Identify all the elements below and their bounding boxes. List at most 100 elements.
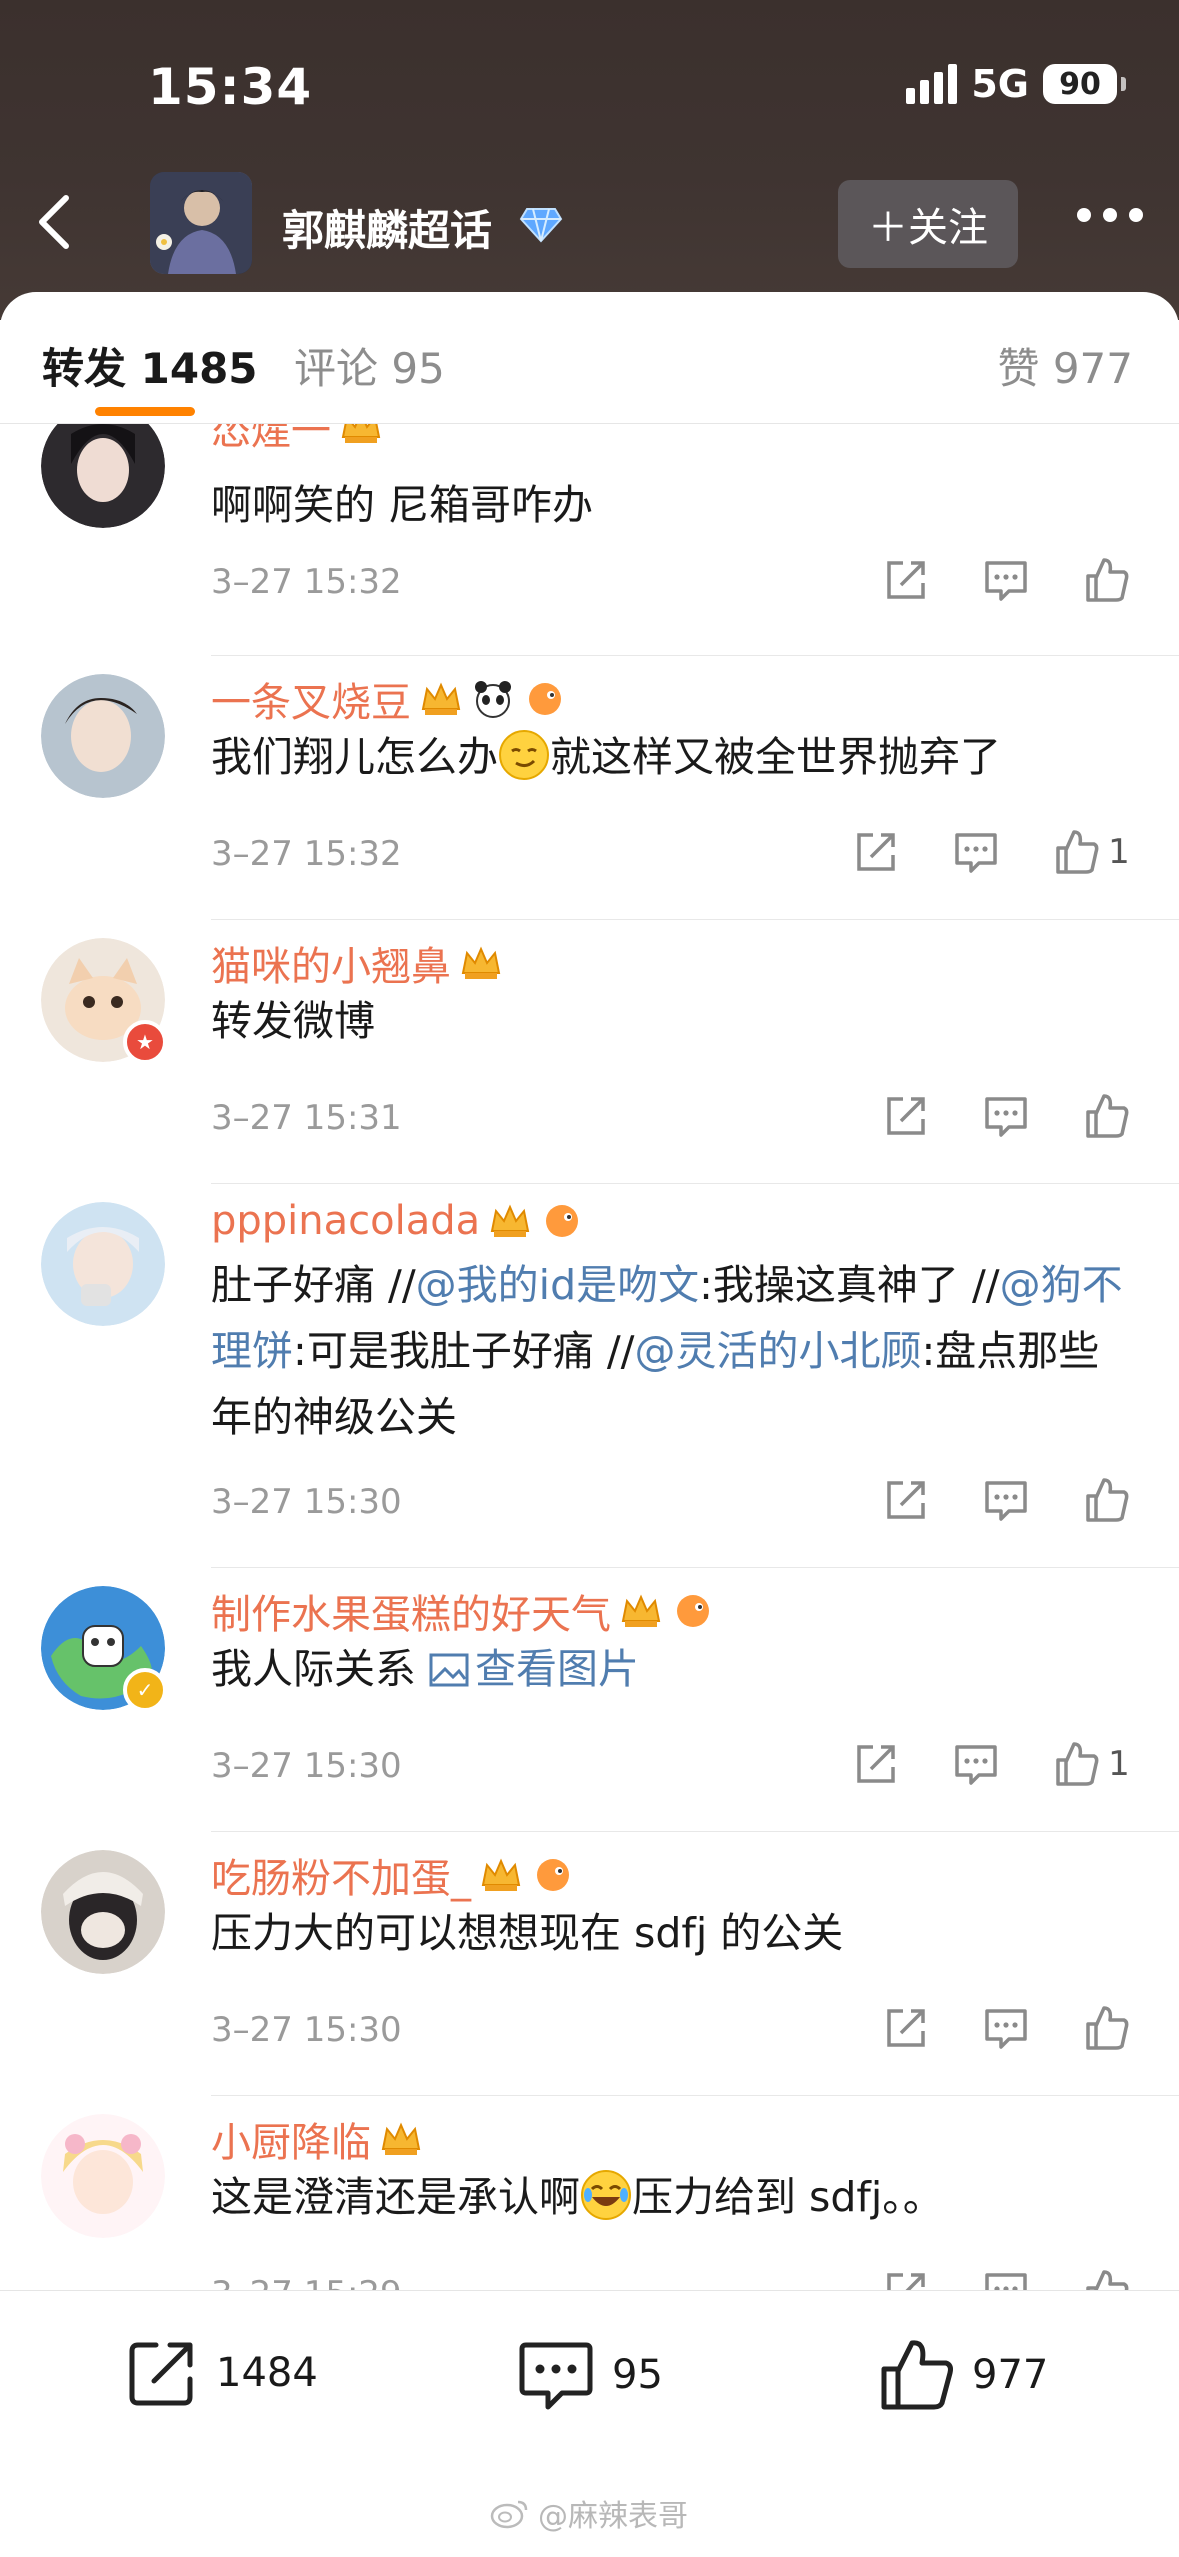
- view-image-label: 查看图片: [475, 1645, 640, 1693]
- like-count: 1: [1108, 1744, 1130, 1784]
- username[interactable]: 制作水果蛋糕的好天气: [211, 1582, 715, 1640]
- bottom-like-button[interactable]: 977: [876, 2335, 1048, 2415]
- avatar[interactable]: ✓: [41, 1586, 167, 1712]
- crown-icon: [490, 1204, 530, 1237]
- username-text: 吃肠粉不加蛋_: [211, 1856, 471, 1902]
- comment-time: 3–27 15:32: [211, 834, 402, 874]
- username[interactable]: pppinacolada: [211, 1198, 584, 1244]
- avatar[interactable]: ★: [41, 938, 167, 1064]
- repost-button[interactable]: [856, 1998, 956, 2058]
- list-item: 吃肠粉不加蛋_ 压力大的可以想想现在 sdfj 的公关 3–27 15:30: [0, 1832, 1179, 2096]
- avatar[interactable]: [41, 1202, 165, 1326]
- bottom-repost-button[interactable]: 1484: [124, 2335, 318, 2411]
- bottom-action-bar: 1484 95 977 @麻辣表哥: [0, 2290, 1179, 2557]
- like-button[interactable]: [1056, 2262, 1156, 2290]
- image-icon: [429, 1653, 469, 1687]
- back-icon[interactable]: [30, 192, 80, 252]
- crown-icon: [341, 424, 381, 443]
- repost-button[interactable]: [826, 1734, 926, 1794]
- repost-button[interactable]: [856, 2262, 956, 2290]
- tab-comment[interactable]: 评论 95: [294, 335, 445, 396]
- watermark: @麻辣表哥: [490, 2491, 688, 2535]
- comment-button[interactable]: [956, 1470, 1056, 1530]
- comment-time: 3–27 15:30: [211, 2010, 402, 2050]
- like-icon: [1056, 830, 1099, 874]
- more-icon[interactable]: [1077, 208, 1143, 222]
- repost-button[interactable]: [856, 1086, 956, 1146]
- avatar[interactable]: [41, 2114, 165, 2238]
- signal-icon: [906, 64, 958, 104]
- comment-icon: [519, 2342, 593, 2410]
- like-button[interactable]: 1: [1026, 822, 1156, 882]
- comment-button[interactable]: [956, 2262, 1056, 2290]
- watermark-text: @麻辣表哥: [538, 2499, 688, 2534]
- like-button[interactable]: [1056, 550, 1156, 610]
- comment-text-main: 我人际关系: [211, 1645, 430, 1693]
- comment-text: 压力大的可以想想现在 sdfj 的公关: [211, 1909, 844, 1957]
- username[interactable]: 猫咪的小翘鼻: [211, 934, 503, 992]
- repost-icon: [857, 1745, 895, 1783]
- smirk-emoji-icon: [499, 730, 549, 780]
- comment-text-p2: :我操这真神了 //: [699, 1261, 1000, 1309]
- comment-actions: 1: [826, 822, 1156, 882]
- repost-list[interactable]: 怂煋一 啊啊笑的 尼箱哥咋办 3–27 15:32 一条叉烧豆 我们翔儿怎么办 就…: [0, 424, 1179, 2290]
- avatar[interactable]: [41, 424, 165, 528]
- view-image-link[interactable]: 查看图片: [429, 1645, 639, 1693]
- comment-button[interactable]: [956, 1998, 1056, 2058]
- comment-button[interactable]: [926, 1734, 1026, 1794]
- username[interactable]: 吃肠粉不加蛋_: [211, 1846, 575, 1904]
- avatar[interactable]: [41, 1850, 165, 1974]
- header: 15:34 5G 90 郭麒麟超话 ＋关注: [0, 0, 1179, 320]
- repost-icon: [887, 2273, 925, 2290]
- comment-actions: [856, 2262, 1156, 2290]
- comment-text: 啊啊笑的 尼箱哥咋办: [211, 481, 594, 529]
- crown-icon: [621, 1594, 661, 1627]
- repost-icon: [129, 2342, 193, 2406]
- comment-icon: [985, 1097, 1027, 1137]
- tab-repost[interactable]: 转发 1485: [42, 335, 258, 396]
- verified-badge-icon: ✓: [123, 1668, 167, 1712]
- mention-link[interactable]: @我的id是吻文: [416, 1261, 699, 1309]
- verified-badge-icon: ★: [123, 1020, 167, 1064]
- like-icon: [1086, 2270, 1129, 2290]
- username[interactable]: 怂煋一: [211, 424, 383, 456]
- username[interactable]: 一条叉烧豆: [211, 670, 567, 728]
- topic-avatar[interactable]: [150, 172, 252, 274]
- comment-time: 3–27 15:31: [211, 1098, 402, 1138]
- repost-icon: [857, 833, 895, 871]
- like-button[interactable]: 1: [1026, 1734, 1156, 1794]
- mention-link[interactable]: @灵活的小北顾: [634, 1327, 921, 1375]
- comment-icon: [985, 561, 1027, 601]
- list-item: ✓ 制作水果蛋糕的好天气 我人际关系 查看图片 3–27 15:30 1: [0, 1568, 1179, 1832]
- comment-button[interactable]: [926, 822, 1026, 882]
- comment-icon: [985, 1481, 1027, 1521]
- comment-button[interactable]: [956, 550, 1056, 610]
- like-icon: [1086, 558, 1129, 602]
- comment-text-a: 这是澄清还是承认啊: [211, 2173, 580, 2221]
- comment-actions: 1: [826, 1734, 1156, 1794]
- like-button[interactable]: [1056, 1998, 1156, 2058]
- avatar[interactable]: [41, 674, 165, 798]
- username[interactable]: 小厨降临: [211, 2110, 423, 2168]
- like-button[interactable]: [1056, 1470, 1156, 1530]
- comment-text-p1: 肚子好痛 //: [211, 1261, 416, 1309]
- list-item: 一条叉烧豆 我们翔儿怎么办 就这样又被全世界抛弃了 3–27 15:32 1: [0, 656, 1179, 920]
- follow-button[interactable]: ＋关注: [838, 180, 1018, 268]
- repost-button[interactable]: [826, 822, 926, 882]
- comment-actions: [856, 550, 1156, 610]
- comment-text-p3: :可是我肚子好痛 //: [293, 1327, 635, 1375]
- crown-icon: [421, 682, 461, 715]
- tab-like[interactable]: 赞 977: [997, 335, 1133, 396]
- bottom-comment-button[interactable]: 95: [516, 2335, 663, 2415]
- list-item: ★ 猫咪的小翘鼻 转发微博 3–27 15:31: [0, 920, 1179, 1184]
- comment-button[interactable]: [956, 1086, 1056, 1146]
- comment-text: 这是澄清还是承认啊 压力给到 sdfj。。: [211, 2164, 1133, 2230]
- repost-count: 1484: [216, 2350, 318, 2396]
- like-button[interactable]: [1056, 1086, 1156, 1146]
- like-icon: [1056, 1742, 1099, 1786]
- comment-icon: [985, 2273, 1027, 2290]
- repost-button[interactable]: [856, 550, 956, 610]
- topic-name[interactable]: 郭麒麟超话: [282, 197, 492, 258]
- repost-button[interactable]: [856, 1470, 956, 1530]
- like-count: 1: [1108, 832, 1130, 872]
